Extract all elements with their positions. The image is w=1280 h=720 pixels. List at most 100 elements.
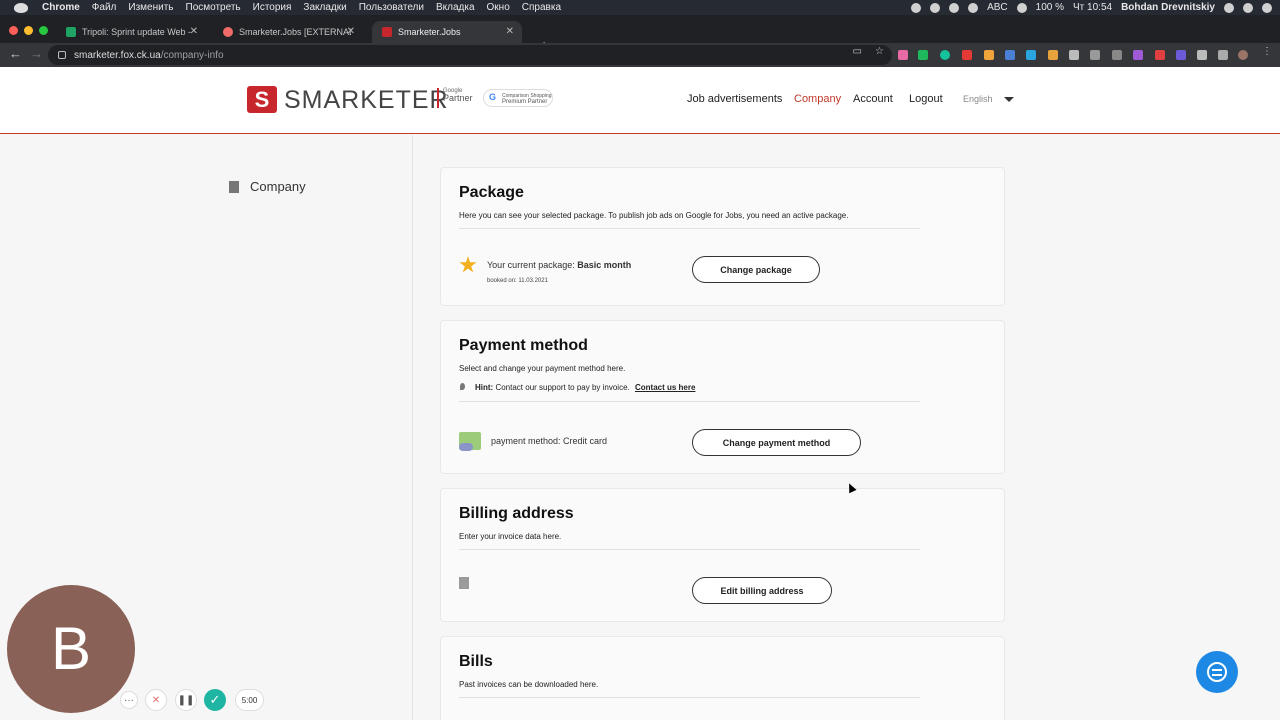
- apple-icon[interactable]: [14, 2, 28, 13]
- close-tab-icon[interactable]: ✕: [347, 26, 355, 37]
- clock[interactable]: Чт 10:54: [1073, 2, 1112, 13]
- menu-app-name[interactable]: Chrome: [42, 2, 80, 13]
- smarketer-favicon-icon: [382, 27, 392, 37]
- battery-status[interactable]: 100 %: [1036, 2, 1064, 13]
- menu-item-bookmarks[interactable]: Закладки: [303, 2, 346, 13]
- nav-company[interactable]: Company: [794, 93, 841, 105]
- toggle-icon: [459, 443, 473, 451]
- extension-icon[interactable]: [1176, 50, 1186, 60]
- language-select[interactable]: English: [963, 94, 993, 104]
- chat-icon: [1207, 662, 1227, 682]
- tab-title: Smarketer.Jobs [EXTERNAL: [239, 27, 351, 37]
- google-partner-big: Partner: [443, 93, 473, 103]
- forward-icon[interactable]: →: [30, 46, 43, 61]
- menu-item-users[interactable]: Пользователи: [359, 2, 424, 13]
- extension-icon[interactable]: [1112, 50, 1122, 60]
- menu-item-file[interactable]: Файл: [92, 2, 117, 13]
- menu-item-help[interactable]: Справка: [522, 2, 561, 13]
- cancel-recording-button[interactable]: ✕: [145, 689, 167, 711]
- grammarly-icon[interactable]: [940, 50, 950, 60]
- change-payment-method-button[interactable]: Change payment method: [692, 429, 861, 456]
- extensions-puzzle-icon[interactable]: [1197, 50, 1207, 60]
- extension-icon[interactable]: [1069, 50, 1079, 60]
- star-icon: [459, 256, 477, 273]
- chrome-menu-icon[interactable]: ⋮: [1262, 46, 1272, 57]
- adblock-icon[interactable]: [962, 50, 972, 60]
- url-path: /company-info: [160, 49, 224, 61]
- menu-item-view[interactable]: Посмотреть: [186, 2, 241, 13]
- tab-smarketer-jobs[interactable]: Smarketer.Jobs ✕: [372, 21, 522, 43]
- zoom-window-button[interactable]: [39, 26, 48, 35]
- close-tab-icon[interactable]: ✕: [506, 26, 514, 37]
- reading-list-icon[interactable]: [1218, 50, 1228, 60]
- extension-icon[interactable]: [1090, 50, 1100, 60]
- smarketer-logo-text[interactable]: SMARKETER: [284, 86, 449, 115]
- menu-item-window[interactable]: Окно: [487, 2, 510, 13]
- chat-button[interactable]: [1196, 651, 1238, 693]
- menu-item-edit[interactable]: Изменить: [128, 2, 173, 13]
- asana-icon: [223, 27, 233, 37]
- booked-date: booked on: 11.03.2021: [487, 278, 548, 284]
- extension-icon[interactable]: [1155, 50, 1165, 60]
- sidebar-item-company[interactable]: Company: [229, 179, 306, 194]
- edit-billing-address-button[interactable]: Edit billing address: [692, 577, 832, 604]
- menu-item-tab[interactable]: Вкладка: [436, 2, 475, 13]
- status-app-icon[interactable]: [930, 2, 941, 13]
- spotlight-icon[interactable]: [1224, 2, 1234, 13]
- input-source[interactable]: ABC: [987, 2, 1008, 13]
- status-app-icon[interactable]: [911, 2, 922, 13]
- status-app-icon[interactable]: [949, 2, 960, 13]
- wifi-icon[interactable]: [1016, 2, 1027, 13]
- reader-mode-icon[interactable]: ▭: [853, 46, 862, 57]
- status-app-icon[interactable]: [968, 2, 979, 13]
- bills-card: Bills Past invoices can be downloaded he…: [440, 636, 1005, 720]
- extension-icon[interactable]: [1133, 50, 1143, 60]
- change-package-button[interactable]: Change package: [692, 256, 820, 283]
- more-icon[interactable]: ···: [120, 691, 138, 709]
- divider: [459, 697, 920, 698]
- current-package-label: Your current package:: [487, 260, 575, 270]
- pause-recording-button[interactable]: ❚❚: [175, 689, 197, 711]
- minimize-window-button[interactable]: [24, 26, 33, 35]
- tab-tripoli[interactable]: Tripoli: Sprint update Web - Go ✕: [56, 21, 206, 43]
- nav-job-advertisements[interactable]: Job advertisements: [687, 93, 782, 105]
- chevron-down-icon[interactable]: [1004, 97, 1014, 102]
- nav-account[interactable]: Account: [853, 93, 893, 105]
- billing-title: Billing address: [459, 505, 574, 522]
- profile-avatar[interactable]: [1238, 50, 1248, 60]
- translate-icon[interactable]: [1005, 50, 1015, 60]
- back-icon[interactable]: ←: [9, 46, 22, 61]
- close-tab-icon[interactable]: ✕: [190, 26, 198, 37]
- extension-icon[interactable]: [984, 50, 994, 60]
- current-package: Your current package: Basic month: [487, 260, 631, 270]
- web-page: S SMARKETER Google Partner G Comparison …: [0, 67, 1280, 720]
- lock-icon[interactable]: [58, 51, 66, 59]
- package-title: Package: [459, 184, 524, 201]
- bills-description: Past invoices can be downloaded here.: [459, 680, 599, 689]
- user-name[interactable]: Bohdan Drevnitskiy: [1121, 2, 1215, 13]
- tab-title: Tripoli: Sprint update Web - Go: [82, 27, 194, 37]
- nav-logout[interactable]: Logout: [909, 93, 943, 105]
- bookmark-star-icon[interactable]: ☆: [875, 46, 884, 57]
- payment-title: Payment method: [459, 337, 588, 354]
- css-partner-line2: Premium Partner: [502, 99, 548, 105]
- extension-icon[interactable]: [898, 50, 908, 60]
- chat-icon-line: [1212, 674, 1222, 676]
- menu-item-history[interactable]: История: [253, 2, 292, 13]
- siri-icon[interactable]: [1243, 2, 1253, 13]
- extension-icon[interactable]: [918, 50, 928, 60]
- sidebar-divider: [412, 135, 413, 720]
- google-g-icon: G: [489, 92, 497, 102]
- tab-smarketer-external[interactable]: Smarketer.Jobs [EXTERNAL ✕: [213, 21, 363, 43]
- extension-icon[interactable]: [1048, 50, 1058, 60]
- finish-recording-button[interactable]: ✓: [204, 689, 226, 711]
- control-center-icon[interactable]: [1262, 2, 1272, 13]
- divider: [459, 549, 920, 550]
- extension-icon[interactable]: [1026, 50, 1036, 60]
- address-bar[interactable]: smarketer.fox.ck.ua/company-info: [48, 45, 892, 65]
- smarketer-logo-icon[interactable]: S: [247, 86, 277, 113]
- close-window-button[interactable]: [9, 26, 18, 35]
- contact-us-link[interactable]: Contact us here: [635, 383, 695, 392]
- building-icon: [229, 180, 239, 193]
- package-card: Package Here you can see your selected p…: [440, 167, 1005, 306]
